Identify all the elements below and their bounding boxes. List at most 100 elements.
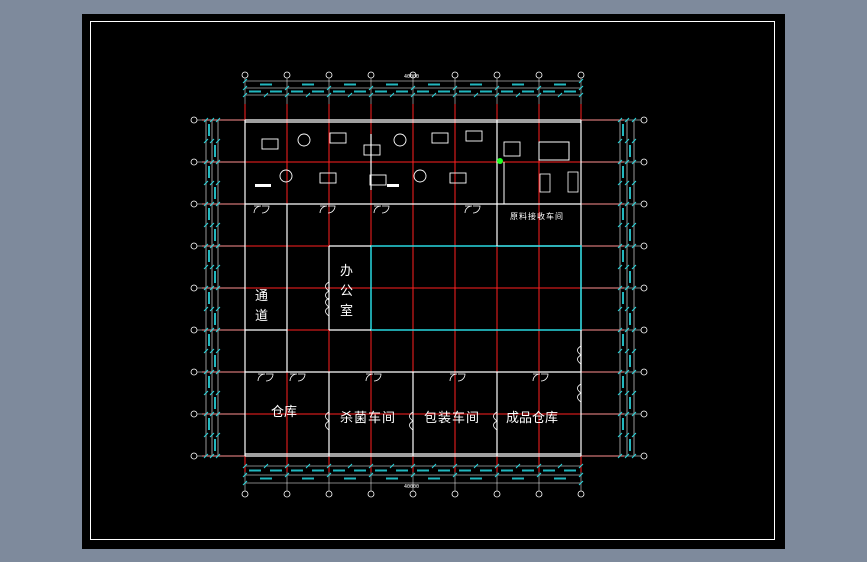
room-office-label-2: 公 [340, 284, 353, 299]
axis-bubble-left [190, 242, 198, 250]
equipment-machine [503, 141, 521, 157]
dim-label [480, 469, 492, 472]
dim-label [208, 166, 210, 178]
door [540, 373, 549, 382]
equipment-machine [329, 132, 347, 144]
dim-label [629, 313, 631, 325]
dim-label [386, 477, 398, 480]
axis-bubble-left [190, 200, 198, 208]
dim-label [312, 90, 324, 93]
dim-label [564, 90, 576, 93]
dim-label [417, 90, 429, 93]
dim-label [208, 208, 210, 220]
dim-label [629, 271, 631, 283]
dim-label [396, 469, 408, 472]
room-finished-goods-label: 成品仓库 [506, 410, 558, 426]
dim-label [622, 250, 624, 262]
axis-bubble-bottom [493, 490, 501, 498]
dim-label [208, 292, 210, 304]
dim-label [629, 145, 631, 157]
dim-label [459, 469, 471, 472]
dim-label [470, 83, 482, 86]
top-total-dimension: 40000 [404, 74, 419, 80]
dim-label [554, 83, 566, 86]
door [365, 373, 374, 382]
axis-bubble-right [640, 116, 648, 124]
room-raw-material-label: 原料接收车间 [510, 211, 564, 221]
door [449, 373, 458, 382]
axis-bubble-bottom [283, 490, 291, 498]
drawing-viewport[interactable]: 原料接收车间 通 道 办 公 室 仓库 杀菌车间 包装车间 成品仓库 40000… [82, 14, 785, 549]
dim-label [249, 469, 261, 472]
dim-label [214, 355, 216, 367]
dim-label [522, 90, 534, 93]
axis-bubble-right [640, 242, 648, 250]
dim-label [208, 250, 210, 262]
dim-label [214, 313, 216, 325]
axis-bubble-bottom [409, 490, 417, 498]
dim-label [312, 469, 324, 472]
dim-label [302, 83, 314, 86]
dim-label [208, 334, 210, 346]
axis-bubble-right [640, 452, 648, 460]
axis-grid [190, 71, 648, 498]
dim-label [459, 90, 471, 93]
dim-label [354, 469, 366, 472]
axis-bubble-bottom [367, 490, 375, 498]
dim-label [629, 355, 631, 367]
equipment-machine [319, 172, 337, 184]
dim-label [208, 418, 210, 430]
equipment-machine [363, 144, 381, 156]
door [381, 205, 390, 214]
axis-bubble-left [190, 452, 198, 460]
dim-label [214, 271, 216, 283]
equipment-machine [431, 132, 449, 144]
equipment-machine [567, 171, 579, 193]
dim-label [438, 90, 450, 93]
axis-bubble-top [577, 71, 585, 79]
room-office-label-1: 办 [340, 264, 353, 279]
dim-label [260, 477, 272, 480]
axis-bubble-bottom [451, 490, 459, 498]
dim-label [622, 166, 624, 178]
dim-label [354, 90, 366, 93]
dim-label [554, 477, 566, 480]
dim-label [522, 469, 534, 472]
dim-label [214, 229, 216, 241]
dim-label [622, 376, 624, 388]
dim-label [512, 83, 524, 86]
door [265, 373, 274, 382]
dim-label [428, 83, 440, 86]
axis-bubble-right [640, 326, 648, 334]
dim-label [260, 83, 272, 86]
dim-label [375, 469, 387, 472]
dim-label [501, 469, 513, 472]
dim-label [417, 469, 429, 472]
equipment-machine [539, 173, 551, 193]
door [464, 205, 473, 214]
dim-label [512, 477, 524, 480]
axis-bubble-bottom [325, 490, 333, 498]
dim-label [428, 477, 440, 480]
axis-bubble-top [535, 71, 543, 79]
equipment-symbols [255, 130, 579, 204]
dim-label [480, 90, 492, 93]
equipment-machine [465, 130, 483, 142]
dim-label [470, 477, 482, 480]
room-passage-label-2: 道 [255, 309, 268, 324]
axis-bubble-top [451, 71, 459, 79]
dim-label [629, 229, 631, 241]
dim-label [344, 477, 356, 480]
axis-bubble-left [190, 410, 198, 418]
dim-label [622, 208, 624, 220]
door [373, 373, 382, 382]
dim-label [208, 124, 210, 136]
status-marker [497, 158, 503, 164]
dim-label [622, 124, 624, 136]
axis-bubble-left [190, 116, 198, 124]
dim-label [208, 376, 210, 388]
receiving-counter [538, 141, 570, 161]
door [457, 373, 466, 382]
door [261, 205, 270, 214]
room-dim-tag [255, 184, 271, 187]
